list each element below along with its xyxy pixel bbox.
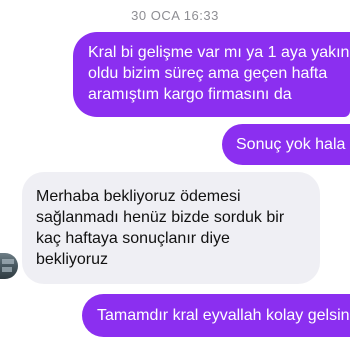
avatar-image-detail bbox=[2, 267, 12, 272]
outgoing-message-bubble[interactable]: Sonuç yok hala bbox=[222, 124, 350, 165]
avatar-image-detail bbox=[2, 259, 14, 264]
incoming-message-bubble[interactable]: Merhaba bekliyoruz ödemesi sağlanmadı he… bbox=[22, 172, 320, 284]
outgoing-message-bubble[interactable]: Kral bi gelişme var mı ya 1 aya yakın ol… bbox=[73, 32, 350, 117]
message-timestamp: 30 OCA 16:33 bbox=[131, 8, 219, 23]
sender-avatar[interactable] bbox=[0, 253, 18, 279]
outgoing-message-bubble[interactable]: Tamamdır kral eyvallah kolay gelsin bbox=[82, 294, 350, 337]
